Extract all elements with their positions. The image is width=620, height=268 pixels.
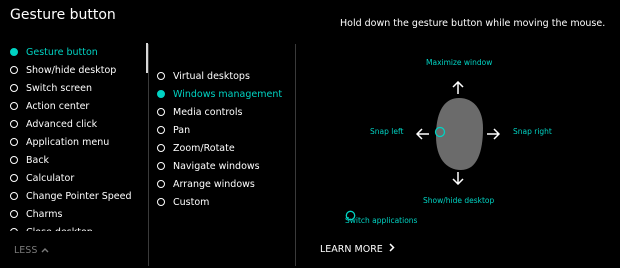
action-list-item[interactable]: Gesture button <box>10 43 142 61</box>
action-list-item[interactable]: Change Pointer Speed <box>10 187 142 205</box>
gesture-mode-label: Windows management <box>173 88 283 100</box>
radio-icon <box>157 180 165 188</box>
gesture-mode-label: Custom <box>173 196 210 208</box>
gesture-button-marker-icon <box>434 123 446 142</box>
gesture-mode-item[interactable]: Media controls <box>157 103 292 121</box>
gesture-mode-label: Media controls <box>173 106 243 118</box>
column-divider <box>148 44 149 266</box>
action-list-item[interactable]: Application menu <box>10 133 142 151</box>
page-title: Gesture button <box>10 7 116 23</box>
arrow-left-icon <box>415 125 430 144</box>
chevron-up-icon <box>41 245 49 256</box>
radio-icon <box>10 192 18 200</box>
learn-more-link[interactable]: LEARN MORE <box>320 243 395 255</box>
gesture-right-label: Snap right <box>513 127 552 136</box>
action-list-label: Show/hide desktop <box>26 64 117 76</box>
action-list-label: Advanced click <box>26 118 98 130</box>
gesture-down-label: Show/hide desktop <box>423 196 495 205</box>
action-list-label: Charms <box>26 208 63 220</box>
radio-icon <box>157 126 165 134</box>
action-list: Gesture button Show/hide desktop Switch sc… <box>10 43 142 231</box>
radio-icon <box>157 198 165 206</box>
action-list-label: Close desktop <box>26 227 93 232</box>
action-list-label: Action center <box>26 100 90 112</box>
action-list-item[interactable]: Calculator <box>10 169 142 187</box>
radio-icon <box>10 138 18 146</box>
arrow-up-icon <box>452 80 464 99</box>
gesture-mode-list: Virtual desktops Windows management Media … <box>157 67 292 211</box>
action-list-item[interactable]: Back <box>10 151 142 169</box>
radio-icon <box>10 156 18 164</box>
gesture-mode-item[interactable]: Arrange windows <box>157 175 292 193</box>
radio-icon <box>10 120 18 128</box>
action-list-item[interactable]: Switch screen <box>10 79 142 97</box>
gesture-mode-item[interactable]: Windows management <box>157 85 292 103</box>
less-toggle[interactable]: LESS <box>14 245 49 256</box>
gesture-up-label: Maximize window <box>426 58 493 67</box>
arrow-down-icon <box>452 170 464 189</box>
gesture-mode-label: Virtual desktops <box>173 70 250 82</box>
radio-icon <box>157 144 165 152</box>
mouse-illustration <box>434 96 484 172</box>
action-list-label: Gesture button <box>26 46 98 58</box>
learn-more-label: LEARN MORE <box>320 243 383 255</box>
radio-selected-icon <box>10 48 18 56</box>
radio-icon <box>10 174 18 182</box>
radio-icon <box>10 102 18 110</box>
action-list-item[interactable]: Action center <box>10 97 142 115</box>
action-list-label: Application menu <box>26 136 110 148</box>
action-list-label: Change Pointer Speed <box>26 190 132 202</box>
chevron-right-icon <box>389 243 395 255</box>
gesture-mode-item[interactable]: Virtual desktops <box>157 67 292 85</box>
gesture-mode-item[interactable]: Pan <box>157 121 292 139</box>
gesture-mode-label: Pan <box>173 124 191 136</box>
action-list-label: Calculator <box>26 172 75 184</box>
gesture-mode-label: Arrange windows <box>173 178 255 190</box>
gesture-mode-item[interactable]: Zoom/Rotate <box>157 139 292 157</box>
radio-icon <box>10 66 18 74</box>
gesture-mode-label: Zoom/Rotate <box>173 142 235 154</box>
radio-selected-icon <box>157 90 165 98</box>
gesture-click-label: Switch applications <box>345 216 418 225</box>
action-list-item[interactable]: Advanced click <box>10 115 142 133</box>
gesture-left-label: Snap left <box>370 127 404 136</box>
radio-icon <box>10 228 18 231</box>
gesture-mode-item[interactable]: Custom <box>157 193 292 211</box>
radio-icon <box>157 72 165 80</box>
action-list-label: Back <box>26 154 50 166</box>
action-list-item[interactable]: Close desktop <box>10 223 142 231</box>
radio-icon <box>157 108 165 116</box>
arrow-right-icon <box>486 125 501 144</box>
gesture-instruction: Hold down the gesture button while movin… <box>340 18 606 29</box>
radio-icon <box>10 84 18 92</box>
action-list-item[interactable]: Show/hide desktop <box>10 61 142 79</box>
gesture-mode-label: Navigate windows <box>173 160 260 172</box>
action-list-item[interactable]: Charms <box>10 205 142 223</box>
gesture-mode-item[interactable]: Navigate windows <box>157 157 292 175</box>
column-divider <box>295 44 296 266</box>
action-list-label: Switch screen <box>26 82 93 94</box>
less-label: LESS <box>14 245 38 256</box>
radio-icon <box>10 210 18 218</box>
radio-icon <box>157 162 165 170</box>
